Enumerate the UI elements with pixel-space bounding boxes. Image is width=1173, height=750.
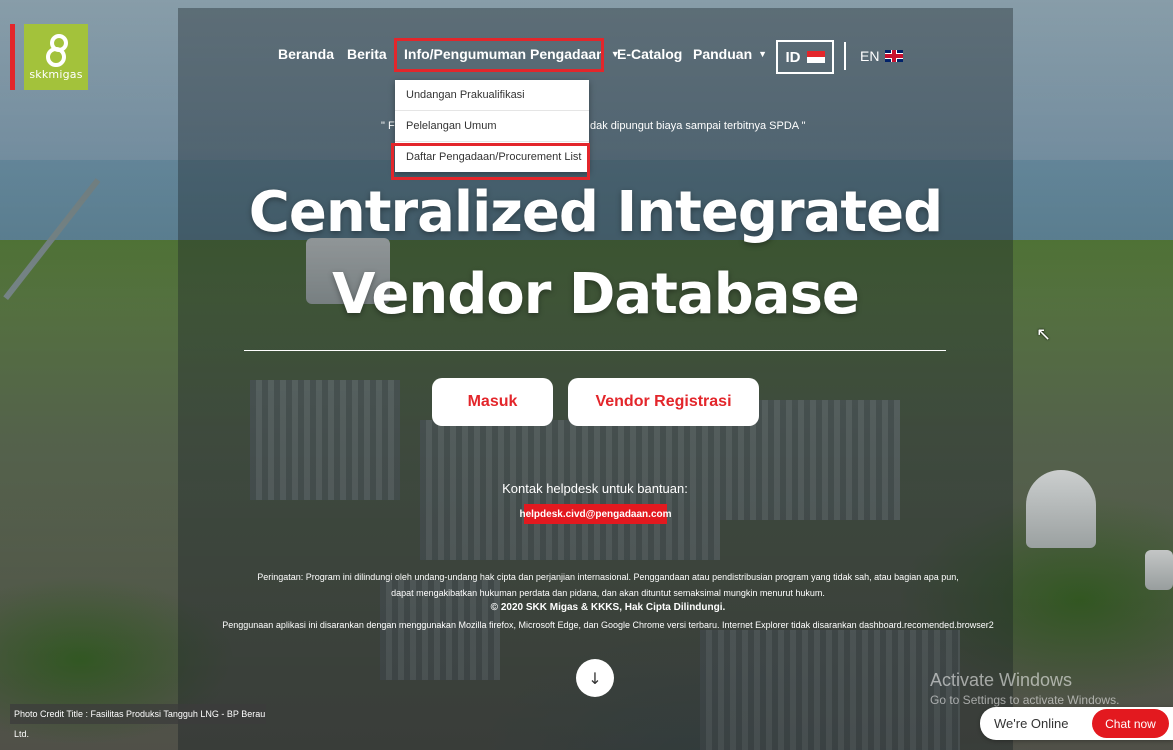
nav-item-berita[interactable]: Berita	[347, 46, 387, 62]
vendor-registrasi-button[interactable]: Vendor Registrasi	[568, 378, 759, 426]
browser-recommendation: Penggunaan aplikasi ini disarankan denga…	[222, 620, 994, 630]
dropdown-item-undangan-prakualifikasi[interactable]: Undangan Prakualifikasi	[395, 80, 589, 111]
watermark-line2: Go to Settings to activate Windows.	[930, 693, 1120, 707]
nav-item-panduan[interactable]: Panduan ▼	[693, 46, 767, 62]
nav-item-panduan-label: Panduan	[693, 46, 753, 62]
photo-credit: Photo Credit Title : Fasilitas Produksi …	[10, 704, 266, 739]
nav-item-e-catalog[interactable]: E-Catalog	[617, 46, 682, 62]
dropdown-item-pelelangan-umum[interactable]: Pelelangan Umum	[395, 111, 589, 142]
nav-item-beranda[interactable]: Beranda	[278, 46, 334, 62]
highlight-box-procurement-list	[391, 143, 590, 180]
hero-divider	[244, 350, 946, 351]
flag-uk-icon	[885, 50, 904, 62]
copyright-text: © 2020 SKK Migas & KKKS, Hak Cipta Dilin…	[490, 602, 726, 613]
notice-start: " F	[381, 120, 395, 132]
hero-title-line2: Vendor Database	[332, 262, 860, 327]
chat-status: We're Online	[994, 716, 1069, 731]
helpdesk-email-link[interactable]: helpdesk.civd@pengadaan.com	[519, 504, 672, 524]
mouse-pointer-icon: ↖	[1036, 324, 1052, 345]
language-en-button[interactable]: EN	[860, 48, 904, 64]
legal-warning-line2: dapat mengakibatkan hukuman perdata dan …	[391, 588, 825, 598]
chat-widget[interactable]: We're Online Chat now	[980, 707, 1173, 740]
chevron-down-icon: ▼	[758, 49, 768, 59]
language-id-label: ID	[785, 48, 801, 66]
flag-id-icon	[806, 51, 825, 63]
language-en-label: EN	[860, 48, 880, 64]
masuk-button[interactable]: Masuk	[432, 378, 553, 426]
activate-windows-watermark: Activate Windows Go to Settings to activ…	[930, 670, 1119, 707]
language-id-button[interactable]: ID	[776, 40, 834, 74]
chat-now-button[interactable]: Chat now	[1092, 709, 1169, 738]
helpdesk-label: Kontak helpdesk untuk bantuan:	[502, 481, 688, 496]
scroll-down-button[interactable]: ↓	[576, 659, 614, 697]
notice-end: dak dipungut biaya sampai terbitnya SPDA…	[590, 120, 806, 132]
arrow-down-icon: ↓	[588, 668, 602, 688]
nav-separator	[844, 42, 846, 70]
highlight-box-info-menu	[394, 38, 604, 72]
watermark-line1: Activate Windows	[930, 670, 1073, 690]
hero-title-line1: Centralized Integrated	[248, 180, 943, 245]
legal-warning-line1: Peringatan: Program ini dilindungi oleh …	[257, 572, 959, 582]
